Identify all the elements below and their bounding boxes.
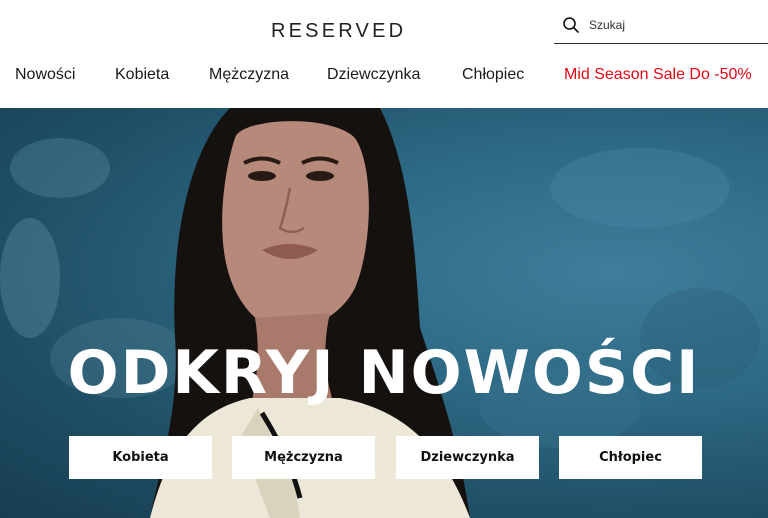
hero-button-mezczyzna[interactable]: Mężczyzna [232,436,375,479]
hero-button-dziewczynka[interactable]: Dziewczynka [396,436,539,479]
hero-title: ODKRYJ NOWOŚCI [67,338,701,408]
hero-banner[interactable]: ODKRYJ NOWOŚCI Kobieta Mężczyzna Dziewcz… [0,108,768,518]
nav-item-dziewczynka[interactable]: Dziewczynka [327,66,420,84]
search-input[interactable] [589,17,749,32]
nav-item-kobieta[interactable]: Kobieta [115,66,169,84]
nav-item-mezczyzna[interactable]: Mężczyzna [209,66,289,84]
search-bar[interactable] [554,6,768,44]
hero-button-kobieta[interactable]: Kobieta [69,436,212,479]
nav-item-sale[interactable]: Mid Season Sale Do -50% [564,66,752,84]
nav-item-chlopiec[interactable]: Chłopiec [462,66,524,84]
main-nav: Nowości Kobieta Mężczyzna Dziewczynka Ch… [0,66,768,92]
reserved-logo[interactable]: RESERVED [271,20,406,43]
site-header: RESERVED Nowości Kobieta Mężczyzna Dziew… [0,0,768,108]
nav-item-nowosci[interactable]: Nowości [15,66,75,84]
search-icon[interactable] [562,16,580,34]
hero-button-chlopiec[interactable]: Chłopiec [559,436,702,479]
